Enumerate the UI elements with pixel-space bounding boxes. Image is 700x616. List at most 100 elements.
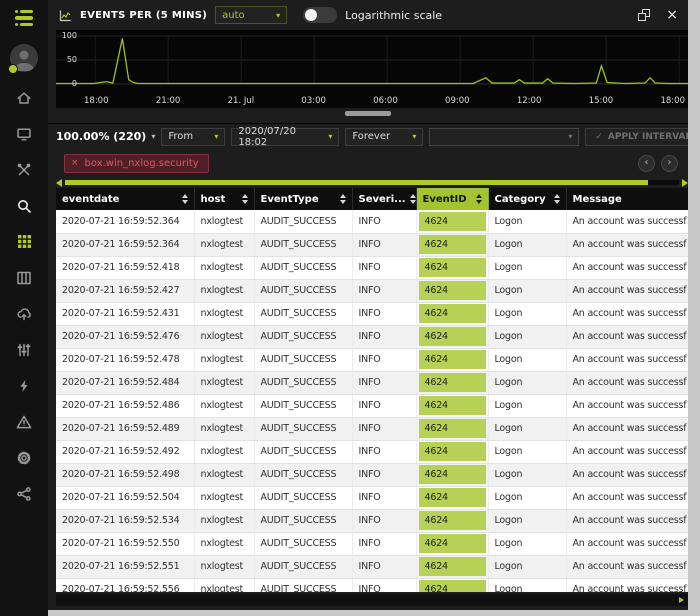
log-scale-toggle[interactable] (303, 7, 338, 23)
eventid-badge: 4624 (418, 557, 486, 576)
match-summary-dropdown[interactable]: 100.00% (220) ▾ (56, 130, 155, 143)
user-avatar[interactable] (8, 43, 38, 74)
col-header-severity[interactable]: Severi... (352, 188, 417, 210)
chevron-down-icon: ▾ (328, 132, 333, 141)
bottom-scrollbar[interactable] (56, 594, 688, 606)
cell-severity: INFO (352, 210, 417, 234)
scroll-left-icon[interactable] (56, 178, 62, 187)
table-row[interactable]: 2020-07-21 16:59:52.427 nxlogtest AUDIT_SU… (56, 279, 688, 303)
sort-icon[interactable] (339, 191, 346, 207)
sort-icon[interactable] (409, 191, 415, 207)
sidebar-item-home[interactable] (12, 88, 36, 108)
table-row[interactable]: 2020-07-21 16:59:52.492 nxlogtest AUDIT_SU… (56, 440, 688, 464)
col-header-eventid[interactable]: EventID (416, 188, 489, 210)
table-row[interactable]: 2020-07-21 16:59:52.489 nxlogtest AUDIT_SU… (56, 417, 688, 441)
cell-host: nxlogtest (194, 578, 255, 592)
cell-eventtype: AUDIT_SUCCESS (254, 417, 353, 441)
table-row[interactable]: 2020-07-21 16:59:52.534 nxlogtest AUDIT_SU… (56, 509, 688, 533)
cell-eventdate: 2020-07-21 16:59:52.556 (56, 578, 195, 592)
cell-severity: INFO (352, 463, 417, 487)
h-scrollbar-track[interactable] (65, 180, 679, 185)
sidebar-item-search[interactable] (12, 196, 36, 216)
sort-icon[interactable] (241, 191, 248, 207)
cell-message: An account was successf (566, 440, 688, 464)
sort-icon[interactable] (181, 191, 188, 207)
table-row[interactable]: 2020-07-21 16:59:52.484 nxlogtest AUDIT_SU… (56, 371, 688, 395)
sidebar-item-alerts[interactable] (12, 376, 36, 396)
eventid-badge: 4624 (418, 281, 486, 300)
sort-icon[interactable] (475, 191, 482, 207)
avatar-status-badge (8, 63, 18, 74)
tag-pager: ‹ › (638, 154, 678, 172)
filter-tag[interactable]: × box.win_nxlog.security (64, 153, 209, 173)
table-row[interactable]: 2020-07-21 16:59:52.486 nxlogtest AUDIT_SU… (56, 394, 688, 418)
y-tick-0: 0 (71, 79, 77, 88)
from-dropdown-value: From (168, 131, 194, 142)
col-header-eventtype[interactable]: EventType (254, 188, 353, 210)
cell-category: Logon (488, 279, 567, 303)
cell-host: nxlogtest (194, 371, 255, 395)
cell-host: nxlogtest (194, 555, 255, 579)
eventid-badge: 4624 (418, 442, 486, 461)
table-row[interactable]: 2020-07-21 16:59:52.418 nxlogtest AUDIT_SU… (56, 256, 688, 280)
cell-category: Logon (488, 210, 567, 234)
cell-host: nxlogtest (194, 279, 255, 303)
col-header-category[interactable]: Category (488, 188, 567, 210)
events-chart-plot[interactable]: 100 50 0 (56, 30, 688, 94)
prev-page-button[interactable]: ‹ (638, 154, 655, 172)
panel-titlebar: EVENTS PER (5 MINS) auto ▾ Logarithmic s… (48, 0, 688, 30)
table-row[interactable]: 2020-07-21 16:59:52.478 nxlogtest AUDIT_SU… (56, 348, 688, 372)
field-dropdown[interactable]: ▾ (429, 127, 580, 146)
tools-icon (17, 163, 31, 175)
table-row[interactable]: 2020-07-21 16:59:52.498 nxlogtest AUDIT_SU… (56, 463, 688, 487)
restore-window-button[interactable] (638, 9, 651, 21)
col-header-message[interactable]: Message (566, 188, 688, 210)
h-scrollbar-thumb[interactable] (65, 180, 649, 185)
chevron-down-icon: ▾ (214, 132, 219, 141)
scroll-right-icon[interactable] (682, 178, 688, 187)
col-header-host[interactable]: host (194, 188, 255, 210)
sidebar-item-reports[interactable] (12, 268, 36, 288)
h-scrollbar[interactable] (56, 177, 688, 188)
from-dropdown[interactable]: From ▾ (161, 127, 226, 146)
cell-message: An account was successf (566, 417, 688, 441)
sort-icon[interactable] (553, 191, 560, 207)
sidebar-item-warnings[interactable] (12, 412, 36, 432)
date-dropdown[interactable]: 2020/07/20 18:02 ▾ (231, 126, 340, 148)
panel-resizer[interactable] (48, 111, 688, 123)
sidebar-item-cloud-upload[interactable] (12, 304, 36, 324)
table-row[interactable]: 2020-07-21 16:59:52.364 nxlogtest AUDIT_SU… (56, 210, 688, 234)
tag-close-icon[interactable]: × (71, 158, 79, 168)
results-grid-icon (17, 235, 31, 248)
cell-eventid: 4624 (416, 486, 489, 510)
cell-eventtype: AUDIT_SUCCESS (254, 256, 353, 280)
table-row[interactable]: 2020-07-21 16:59:52.556 nxlogtest AUDIT_SU… (56, 578, 688, 592)
table-row[interactable]: 2020-07-21 16:59:52.431 nxlogtest AUDIT_SU… (56, 302, 688, 326)
close-window-button[interactable]: × (666, 8, 678, 22)
table-row[interactable]: 2020-07-21 16:59:52.550 nxlogtest AUDIT_SU… (56, 532, 688, 556)
sidebar-item-sliders[interactable] (12, 340, 36, 360)
cell-message: An account was successf (566, 371, 688, 395)
table-row[interactable]: 2020-07-21 16:59:52.551 nxlogtest AUDIT_SU… (56, 555, 688, 579)
table-row[interactable]: 2020-07-21 16:59:52.476 nxlogtest AUDIT_SU… (56, 325, 688, 349)
sidebar-item-settings[interactable] (12, 448, 36, 468)
check-icon: ✓ (595, 131, 603, 142)
sidebar-item-display[interactable] (12, 124, 36, 144)
table-row[interactable]: 2020-07-21 16:59:52.504 nxlogtest AUDIT_SU… (56, 486, 688, 510)
table-row[interactable]: 2020-07-21 16:59:52.364 nxlogtest AUDIT_SU… (56, 233, 688, 257)
col-header-eventdate[interactable]: eventdate (56, 188, 195, 210)
page-scrollbar[interactable] (688, 0, 700, 616)
scroll-right-icon[interactable] (679, 597, 684, 603)
table-header-row: eventdate host EventType Severi... Event… (56, 188, 688, 210)
sidebar-item-results-grid[interactable] (12, 232, 36, 252)
app-logo[interactable] (15, 8, 33, 28)
next-page-button[interactable]: › (661, 154, 678, 172)
sidebar-item-integrations[interactable] (12, 484, 36, 504)
until-dropdown[interactable]: Forever ▾ (345, 127, 424, 146)
apply-interval-button[interactable]: ✓ APPLY INTERVAL (585, 127, 688, 146)
cell-host: nxlogtest (194, 302, 255, 326)
mode-dropdown[interactable]: auto ▾ (215, 6, 288, 24)
x-tick: 15:00 (588, 96, 614, 106)
cell-message: An account was successf (566, 279, 688, 303)
sidebar-item-tools[interactable] (12, 160, 36, 180)
